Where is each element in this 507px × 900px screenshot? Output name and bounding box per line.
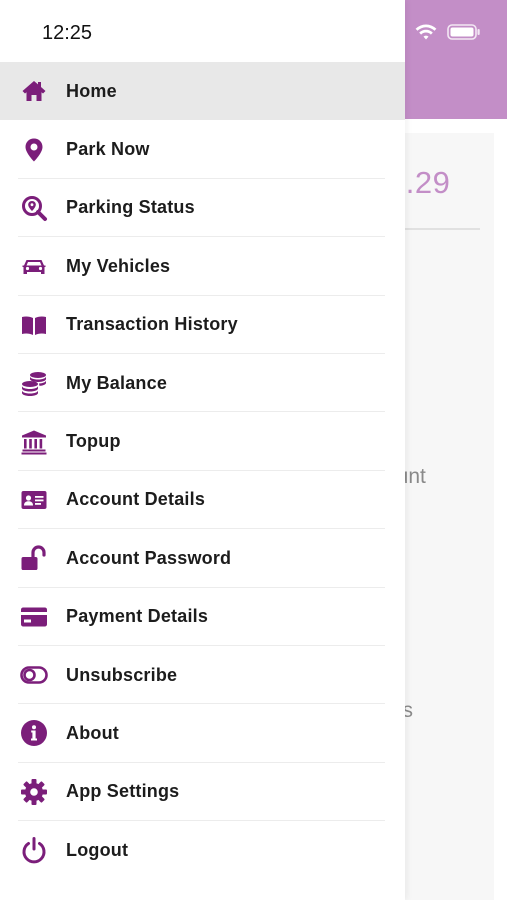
menu-item-home[interactable]: Home [0,62,405,121]
power-icon [18,834,50,866]
bank-icon [18,426,50,458]
menu-item-transaction-history[interactable]: Transaction History [0,296,405,354]
wifi-icon [415,23,437,46]
menu-item-label: About [66,722,119,743]
info-icon [18,717,50,749]
menu-item-label: Account Password [66,547,232,568]
menu-item-label: Transaction History [66,314,238,335]
gear-icon [18,776,50,808]
navigation-drawer: 12:25 Home Park Now Parking Status My Ve… [0,0,405,900]
menu-item-park-now[interactable]: Park Now [0,120,405,179]
battery-icon [447,24,481,45]
menu-item-label: App Settings [66,781,180,802]
menu-item-unsubscribe[interactable]: Unsubscribe [0,646,405,705]
background-divider [400,228,480,230]
menu-item-label: Logout [66,839,129,860]
book-icon [18,309,50,341]
coins-icon [18,367,50,399]
menu-item-parking-status[interactable]: Parking Status [0,179,405,238]
menu-item-account-details[interactable]: Account Details [0,471,405,530]
location-pin-icon [18,134,50,166]
menu-item-account-password[interactable]: Account Password [0,529,405,588]
menu-item-label: Topup [66,431,121,452]
menu-item-about[interactable]: About [0,704,405,763]
status-time: 12:25 [42,22,93,44]
menu-item-payment-details[interactable]: Payment Details [0,588,405,646]
menu-item-my-vehicles[interactable]: My Vehicles [0,237,405,296]
credit-card-icon [18,601,50,633]
menu-item-label: Account Details [66,489,206,510]
menu-item-label: Payment Details [66,606,209,627]
menu-item-label: Unsubscribe [66,664,178,685]
home-icon [18,75,50,107]
drawer-menu: Home Park Now Parking Status My Vehicles… [0,62,405,879]
menu-item-label: My Balance [66,372,168,393]
status-icons [415,23,481,46]
background-card [395,133,494,900]
toggle-icon [18,659,50,691]
id-card-icon [18,484,50,516]
car-icon [18,250,50,282]
unlock-icon [18,542,50,574]
menu-item-label: Parking Status [66,197,195,218]
menu-item-app-settings[interactable]: App Settings [0,763,405,822]
menu-item-logout[interactable]: Logout [0,821,405,879]
menu-item-topup[interactable]: Topup [0,412,405,471]
menu-item-label: Home [66,80,117,101]
search-location-icon [18,192,50,224]
menu-item-label: My Vehicles [66,255,171,276]
menu-item-my-balance[interactable]: My Balance [0,354,405,413]
menu-item-label: Park Now [66,139,150,160]
